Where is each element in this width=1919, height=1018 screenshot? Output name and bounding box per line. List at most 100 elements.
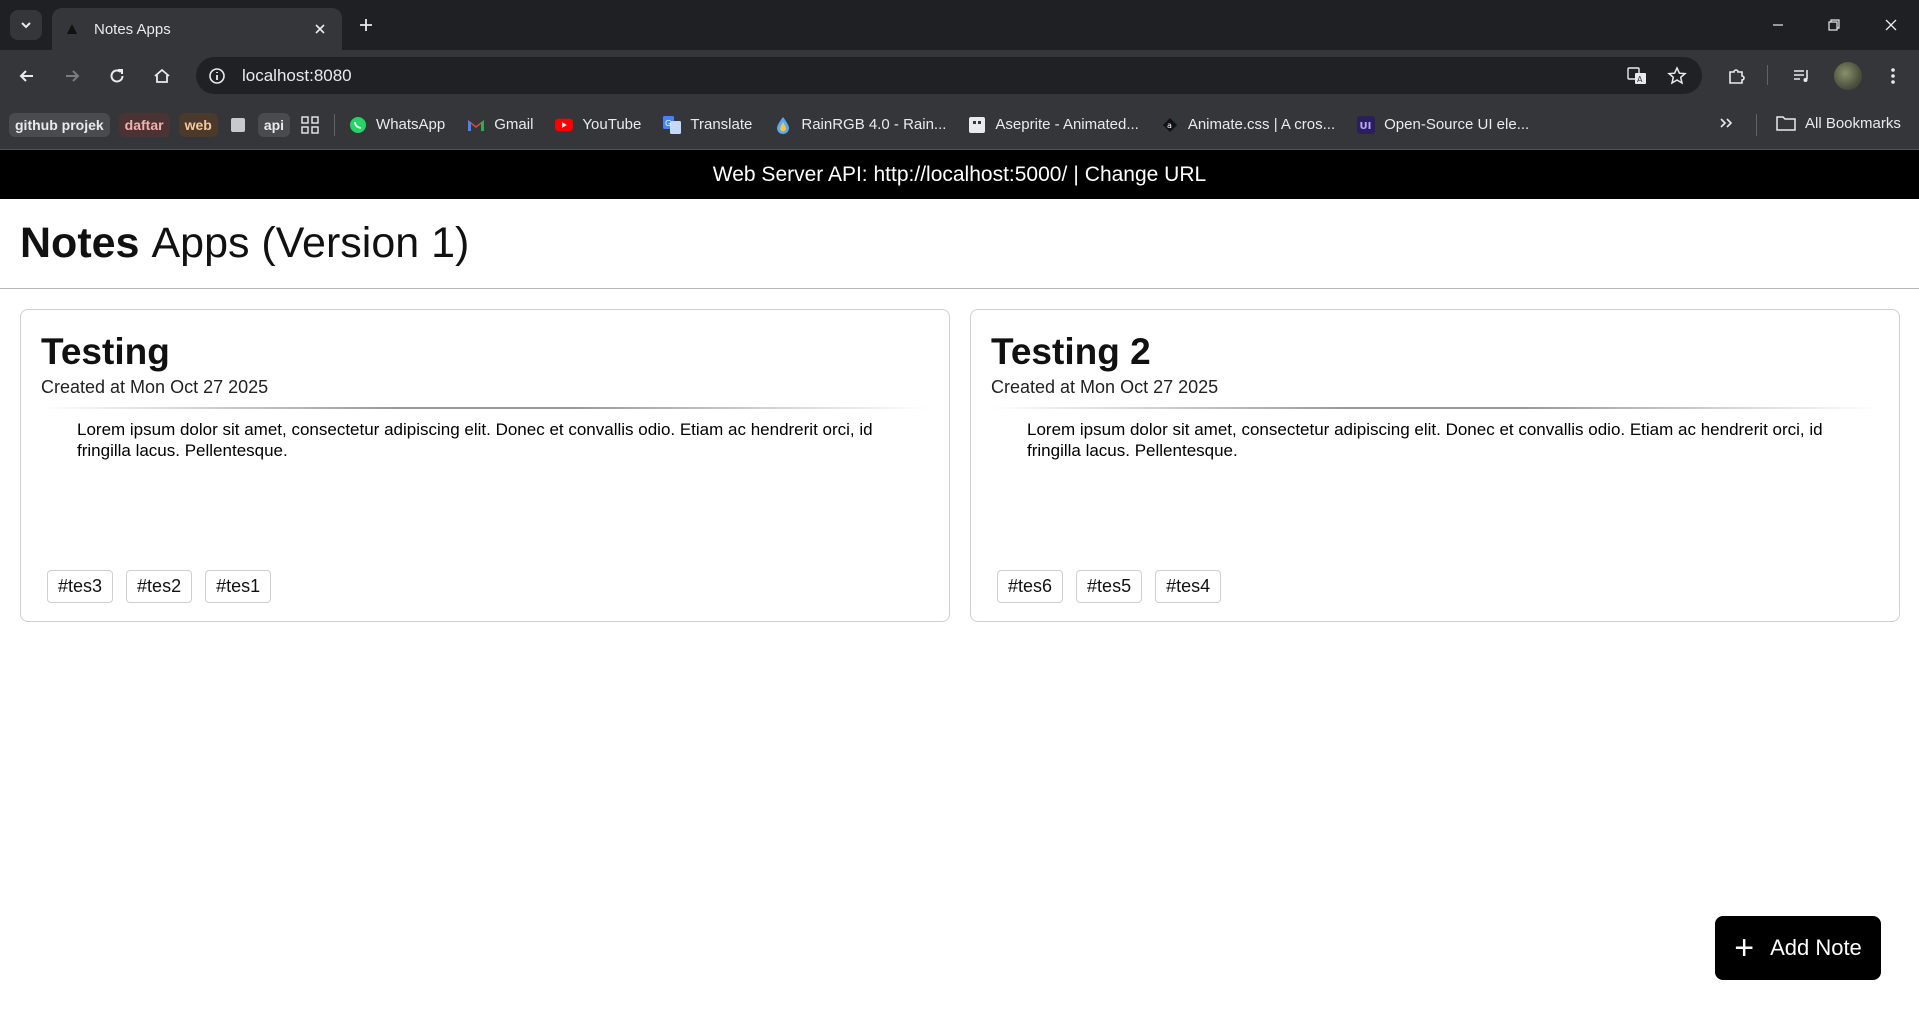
note-body: Lorem ipsum dolor sit amet, consectetur …	[1027, 420, 1823, 460]
note-tags: #tes3 #tes2 #tes1	[47, 570, 272, 603]
profile-avatar[interactable]	[1834, 62, 1862, 90]
arrow-left-icon	[19, 70, 33, 82]
bookmark-aseprite[interactable]: Aseprite - Animated...	[968, 116, 1139, 134]
tab-title: Notes Apps	[94, 20, 171, 38]
bookmarks-separator	[334, 113, 336, 136]
close-tab-icon[interactable]	[310, 19, 330, 39]
browser-toolbar: localhost:8080 A	[0, 50, 1919, 100]
note-created-date: Created at Mon Oct 27 2025	[991, 377, 1219, 397]
note-created-date: Created at Mon Oct 27 2025	[41, 377, 269, 397]
aseprite-icon	[968, 116, 986, 134]
add-note-label: Add Note	[1770, 935, 1862, 960]
apps-button[interactable]	[299, 113, 321, 137]
api-divider: |	[1073, 162, 1079, 186]
api-prefix: Web Server API:	[712, 162, 868, 186]
more-bookmarks-button[interactable]	[1718, 115, 1734, 135]
plus-icon	[360, 19, 372, 31]
restore-icon	[1828, 19, 1840, 31]
tag-badge[interactable]: #tes1	[205, 570, 272, 603]
bookmark-folder-blank[interactable]	[227, 113, 249, 137]
bookmarks-bar: github projek daftar web api WhatsApp Gm…	[0, 100, 1919, 150]
bookmark-folder-daftar[interactable]: daftar	[118, 112, 170, 137]
toolbar-divider	[1767, 65, 1768, 85]
bookmark-folder-web[interactable]: web	[178, 112, 218, 137]
close-icon	[1885, 19, 1897, 31]
svg-text:G: G	[665, 119, 671, 128]
note-divider	[991, 407, 1879, 409]
kebab-menu-icon	[1891, 68, 1895, 84]
forward-button[interactable]	[59, 63, 85, 89]
animate-css-icon: a	[1161, 116, 1179, 134]
plus-icon: +	[1734, 929, 1755, 967]
bookmark-label: RainRGB 4.0 - Rain...	[801, 116, 947, 133]
reload-button[interactable]	[104, 63, 130, 89]
bookmark-whatsapp[interactable]: WhatsApp	[349, 116, 445, 134]
tag-badge[interactable]: #tes4	[1155, 570, 1222, 603]
folder-icon	[1776, 116, 1796, 131]
note-card[interactable]: Testing 2 Created at Mon Oct 27 2025 Lor…	[970, 309, 1900, 622]
bookmark-label: Aseprite - Animated...	[995, 116, 1139, 133]
youtube-icon	[555, 116, 574, 134]
bookmark-translate[interactable]: G Translate	[663, 115, 753, 134]
translate-page-icon[interactable]: A	[1622, 61, 1652, 91]
home-icon	[154, 68, 170, 83]
bookmark-folder-api[interactable]: api	[257, 112, 291, 137]
svg-text:a: a	[1167, 121, 1172, 130]
title-bold: Notes	[20, 219, 140, 267]
bookmark-animate-css[interactable]: a Animate.css | A cros...	[1161, 116, 1335, 134]
home-button[interactable]	[149, 63, 175, 89]
bookmarks-separator	[1756, 114, 1757, 136]
new-tab-button[interactable]	[354, 13, 378, 37]
add-note-button[interactable]: + Add Note	[1715, 916, 1881, 980]
back-button[interactable]	[14, 63, 40, 89]
svg-text:A: A	[1637, 75, 1643, 84]
api-url: http://localhost:5000/	[873, 162, 1068, 186]
bookmark-open-source-ui[interactable]: UI Open-Source UI ele...	[1357, 115, 1530, 134]
chevron-down-icon	[21, 22, 31, 29]
browser-menu-button[interactable]	[1879, 62, 1907, 90]
api-server-bar: Web Server API: http://localhost:5000/ |…	[0, 150, 1919, 199]
bookmark-rainrgb[interactable]: RainRGB 4.0 - Rain...	[774, 116, 946, 134]
tab-search-button[interactable]	[10, 10, 42, 40]
media-queue-icon	[1794, 70, 1808, 82]
tag-badge[interactable]: #tes5	[1076, 570, 1143, 603]
extensions-button[interactable]	[1723, 62, 1751, 90]
square-icon	[230, 117, 245, 132]
bookmark-label: Open-Source UI ele...	[1384, 116, 1530, 133]
bookmark-gmail[interactable]: Gmail	[467, 116, 533, 134]
minimize-button[interactable]	[1750, 0, 1806, 50]
close-window-button[interactable]	[1863, 0, 1919, 50]
media-controls-button[interactable]	[1788, 62, 1816, 90]
url-text[interactable]: localhost:8080	[242, 66, 1622, 86]
note-card[interactable]: Testing Created at Mon Oct 27 2025 Lorem…	[20, 309, 950, 622]
all-bookmarks-label: All Bookmarks	[1805, 114, 1901, 132]
tab-notes-apps[interactable]: Notes Apps	[52, 8, 342, 50]
tab-strip: Notes Apps	[0, 0, 1919, 50]
note-tags: #tes6 #tes5 #tes4	[997, 570, 1222, 603]
bookmark-label: Gmail	[494, 116, 534, 133]
bookmark-label: YouTube	[582, 116, 642, 133]
notes-favicon-icon	[64, 21, 80, 37]
bookmark-folder-github-projek[interactable]: github projek	[9, 112, 110, 137]
apps-grid-icon	[301, 115, 319, 134]
all-bookmarks-button[interactable]: All Bookmarks	[1776, 114, 1901, 132]
notes-grid: Testing Created at Mon Oct 27 2025 Lorem…	[0, 289, 1919, 622]
arrow-right-icon	[66, 70, 80, 82]
change-url-link[interactable]: Change URL	[1085, 163, 1206, 187]
bookmark-label: Translate	[690, 116, 753, 133]
bookmark-label: WhatsApp	[376, 116, 446, 133]
svg-text:UI: UI	[1360, 121, 1372, 132]
tag-badge[interactable]: #tes6	[997, 570, 1064, 603]
tag-badge[interactable]: #tes3	[47, 570, 114, 603]
title-rest: Apps (Version 1)	[151, 219, 470, 267]
address-bar[interactable]: localhost:8080 A	[196, 57, 1702, 94]
reload-icon	[110, 69, 124, 83]
gmail-icon	[467, 116, 485, 134]
bookmark-star-icon[interactable]	[1662, 61, 1692, 91]
tag-badge[interactable]: #tes2	[126, 570, 193, 603]
double-chevron-right-icon	[1720, 118, 1733, 128]
translate-icon: G	[663, 115, 682, 134]
site-info-icon[interactable]	[206, 65, 228, 87]
restore-button[interactable]	[1806, 0, 1862, 50]
bookmark-youtube[interactable]: YouTube	[555, 116, 641, 134]
